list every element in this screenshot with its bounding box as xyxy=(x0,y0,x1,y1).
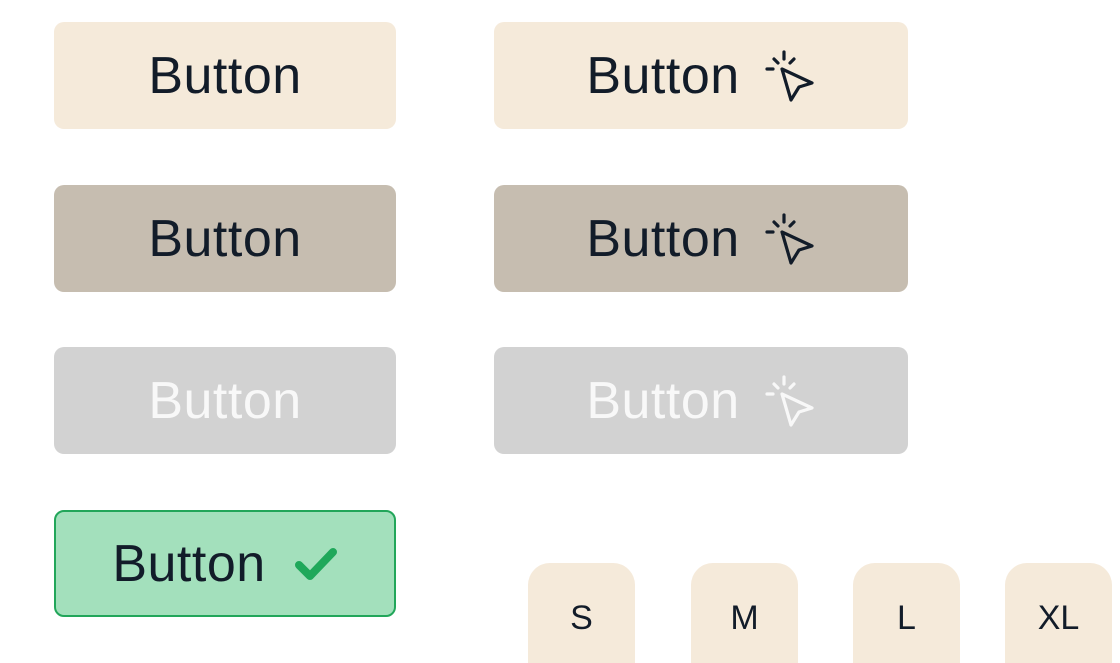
size-tab-label: M xyxy=(730,599,759,637)
disabled-button-with-cursor: Button xyxy=(494,347,908,454)
cursor-click-icon xyxy=(764,212,816,266)
size-tab-s[interactable]: S xyxy=(528,563,635,663)
size-tab-m[interactable]: M xyxy=(691,563,798,663)
active-button-with-cursor[interactable]: Button xyxy=(494,185,908,292)
default-button[interactable]: Button xyxy=(54,22,396,129)
size-tab-xl[interactable]: XL xyxy=(1005,563,1112,663)
size-tab-label: L xyxy=(897,599,916,637)
default-button-with-cursor[interactable]: Button xyxy=(494,22,908,129)
success-button-label: Button xyxy=(112,534,266,593)
size-tab-label: XL xyxy=(1037,599,1080,637)
size-tab-label: S xyxy=(570,599,593,637)
cursor-click-icon xyxy=(764,374,816,428)
disabled-button: Button xyxy=(54,347,396,454)
disabled-button-with-cursor-label: Button xyxy=(586,371,740,430)
check-icon xyxy=(294,547,338,581)
success-button[interactable]: Button xyxy=(54,510,396,617)
cursor-click-icon xyxy=(764,49,816,103)
disabled-button-label: Button xyxy=(148,371,302,430)
default-button-with-cursor-label: Button xyxy=(586,46,740,105)
default-button-label: Button xyxy=(148,46,302,105)
size-tab-l[interactable]: L xyxy=(853,563,960,663)
active-button-label: Button xyxy=(148,209,302,268)
active-button-with-cursor-label: Button xyxy=(586,209,740,268)
active-button[interactable]: Button xyxy=(54,185,396,292)
